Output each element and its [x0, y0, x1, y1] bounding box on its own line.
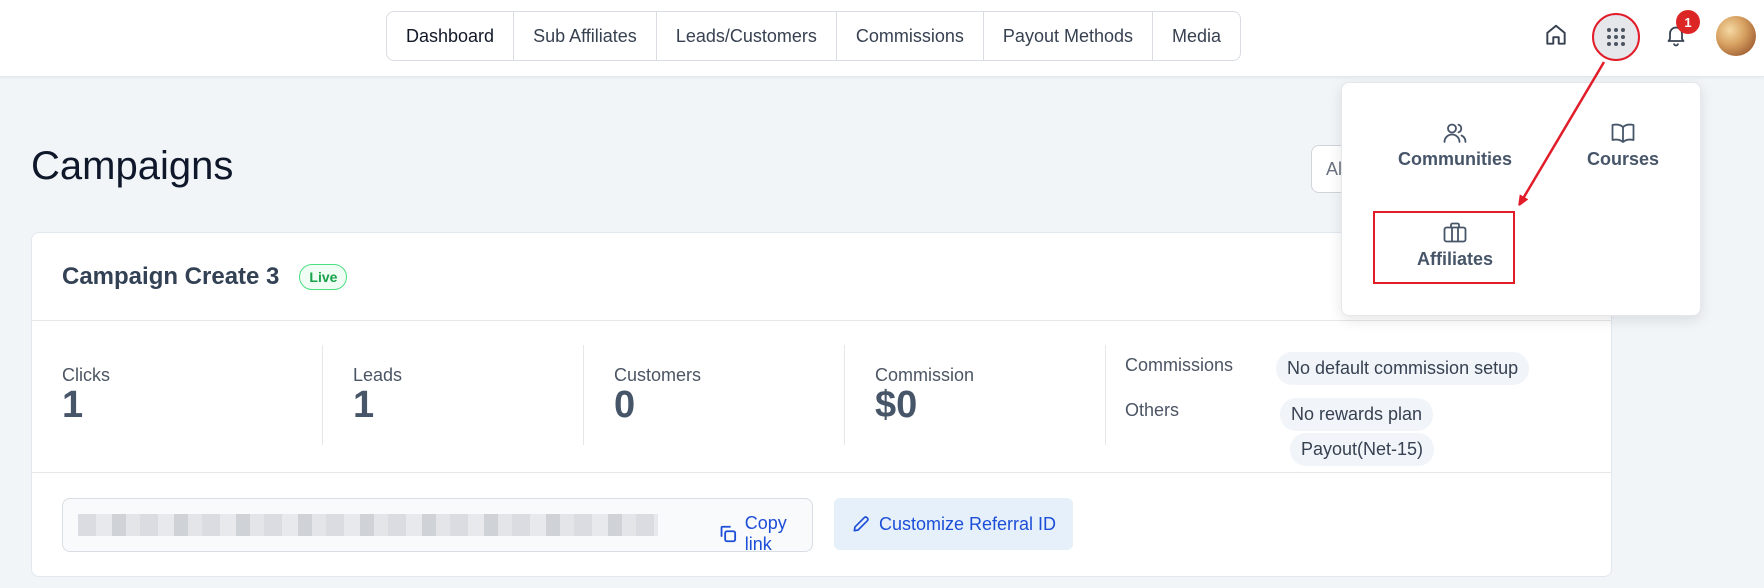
app-item-courses[interactable]: Courses: [1563, 121, 1683, 170]
referral-link-redacted: [78, 514, 658, 536]
stat-value: 1: [353, 384, 375, 426]
stat-label: Customers: [614, 365, 702, 385]
referral-link-box: Copy link: [62, 498, 813, 555]
copy-link-label: Copy link: [744, 513, 787, 554]
payout-pill: Payout(Net-15): [1290, 433, 1435, 466]
stat-value: $0: [875, 384, 918, 426]
main-nav: Dashboard Sub Affiliates Leads/Customers…: [386, 11, 1242, 61]
stat-label: Clicks: [62, 365, 110, 385]
tab-media[interactable]: Media: [1153, 12, 1240, 60]
stat-value: 1: [62, 384, 84, 426]
rewards-pill: No rewards plan: [1280, 398, 1434, 431]
others-label: Others: [1125, 400, 1180, 420]
commissions-label: Commissions: [1125, 355, 1234, 375]
campaign-card-footer: Copy link Customize Referral ID: [32, 473, 1611, 577]
app-item-label: Communities: [1397, 149, 1512, 169]
customize-label: Customize Referral ID: [879, 513, 1057, 534]
app-item-label: Courses: [1586, 149, 1660, 169]
copy-link-button[interactable]: Copy link: [717, 513, 812, 555]
campaign-stats: Clicks 1 Leads 1 Customers 0 Commission …: [32, 321, 1611, 473]
app-switcher-button[interactable]: [1592, 13, 1640, 61]
tab-dashboard[interactable]: Dashboard: [387, 12, 515, 60]
tab-leads-customers[interactable]: Leads/Customers: [657, 12, 837, 60]
tab-commissions[interactable]: Commissions: [837, 12, 984, 60]
notification-badge: 1: [1676, 10, 1700, 34]
customize-referral-id-button[interactable]: Customize Referral ID: [834, 498, 1074, 550]
page-title: Campaigns: [31, 144, 234, 188]
affiliates-highlight-box: [1373, 211, 1515, 284]
top-bar: Dashboard Sub Affiliates Leads/Customers…: [0, 0, 1764, 77]
tab-payout-methods[interactable]: Payout Methods: [984, 12, 1153, 60]
stat-label: Leads: [353, 365, 403, 385]
stat-value: 0: [614, 384, 636, 426]
home-icon[interactable]: [1536, 15, 1576, 55]
copy-icon: [720, 525, 737, 543]
grid-icon: [1607, 28, 1625, 46]
app-item-communities[interactable]: Communities: [1384, 121, 1526, 170]
stat-leads: Leads 1: [323, 345, 584, 445]
book-icon: [1611, 123, 1635, 143]
tab-sub-affiliates[interactable]: Sub Affiliates: [514, 12, 657, 60]
pencil-icon: [853, 516, 869, 532]
avatar[interactable]: [1716, 16, 1756, 56]
stat-customers: Customers 0: [584, 345, 845, 445]
stat-clicks: Clicks 1: [32, 345, 323, 445]
stat-commission: Commission $0: [845, 345, 1106, 445]
status-badge: Live: [299, 263, 348, 290]
commission-pill: No default commission setup: [1276, 352, 1530, 385]
campaign-name: Campaign Create 3: [62, 262, 280, 290]
stat-label: Commission: [875, 365, 975, 385]
users-icon: [1443, 123, 1467, 143]
